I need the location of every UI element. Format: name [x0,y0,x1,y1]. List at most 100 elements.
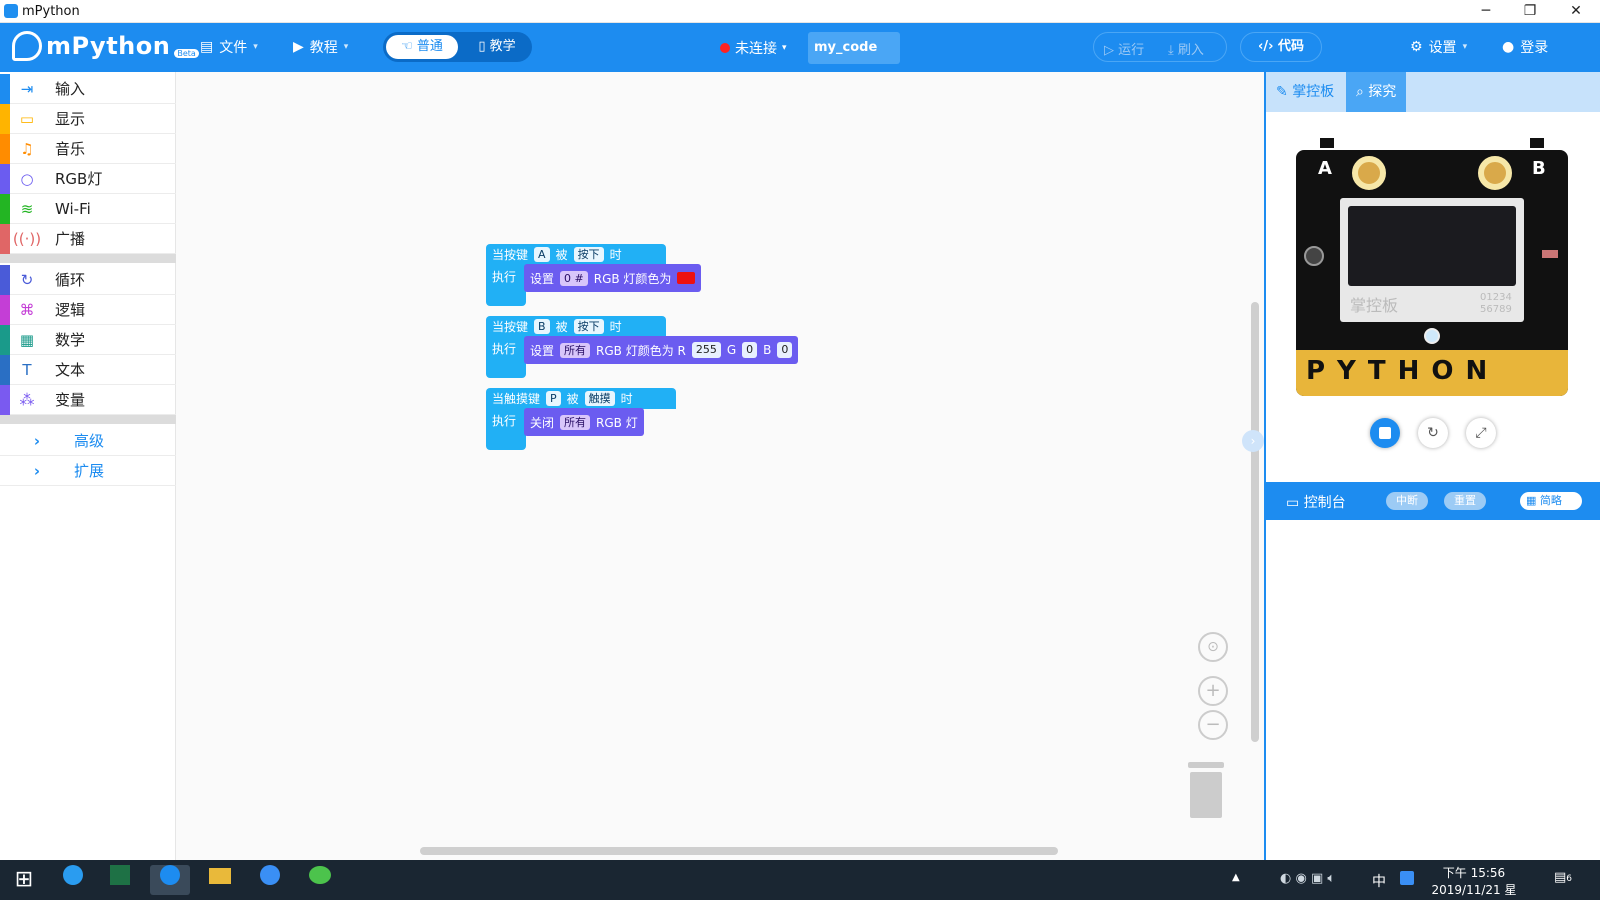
refresh-icon: ↻ [1427,425,1439,441]
rgb-off-block[interactable]: 关闭 所有 RGB 灯 [524,408,644,436]
recenter-icon[interactable]: ⊙ [1198,632,1228,662]
reset-sim-button[interactable]: ↻ [1418,418,1448,448]
event-block-button-a[interactable]: 当按键 A 被 按下 时 执行 设置 0 # RGB 灯颜色为 [486,244,726,306]
sidebar-item-broadcast[interactable]: ((·)) 广播 [0,223,176,254]
fullscreen-button[interactable]: ⤢ [1466,418,1496,448]
sidebar-item-label: 文本 [55,361,86,379]
blocks-workspace[interactable]: 当按键 A 被 按下 时 执行 设置 0 # RGB 灯颜色为 当按键 B 被 … [176,72,1264,860]
simple-mode-toggle[interactable]: ▦ 简略 [1520,492,1582,510]
horizontal-scrollbar[interactable] [420,847,1058,855]
action-dropdown[interactable]: 按下 [573,319,604,334]
sidebar-item-wifi[interactable]: ≋ Wi-Fi [0,193,176,224]
set-rgb-rgb-block[interactable]: 设置 所有 RGB 灯颜色为 R 255 G 0 B 0 [524,336,799,364]
tutorial-menu[interactable]: ▶ 教程 ▾ [293,37,348,57]
run-button[interactable]: ▷ 运行 [1104,39,1144,58]
led-index-dropdown[interactable]: 0 # [560,270,588,286]
sidebar-item-bulb[interactable]: ○ RGB灯 [0,163,176,194]
wechat-taskbar-icon[interactable] [300,865,340,895]
tutorial-menu-label: 教程 [309,40,338,56]
key-dropdown[interactable]: P [546,391,561,406]
board-tab-icon: ✎ [1276,84,1293,100]
mpython-taskbar-icon[interactable] [150,865,190,895]
category-color-bar [0,324,10,355]
sidebar-item-loop[interactable]: ↻ 循环 [0,264,176,295]
sidebar-item-label: 显示 [55,110,86,128]
clock[interactable]: 下午 15:56 2019/11/21 星期四 [1428,864,1520,900]
action-dropdown[interactable]: 触摸 [584,391,615,406]
window-title: mPython [22,4,80,19]
app-taskbar-icon[interactable] [250,865,290,895]
led-all-dropdown[interactable]: 所有 [560,414,591,430]
excel-taskbar-icon[interactable] [100,865,140,895]
set-rgb-color-block[interactable]: 设置 0 # RGB 灯颜色为 [524,264,702,292]
stop-button[interactable] [1370,418,1400,448]
sidebar-item-label: RGB灯 [55,170,103,188]
file-menu-label: 文件 [219,40,248,56]
logo-text: mPython [46,32,171,60]
key-dropdown[interactable]: B [534,319,550,334]
b-value-field[interactable]: 0 [777,342,793,358]
chevron-right-icon: › [33,461,41,480]
sidebar-item-display[interactable]: ▭ 显示 [0,103,176,134]
rgb-led-label: RGB 灯 [596,415,638,430]
sidebar-item-variable[interactable]: ⁂ 变量 [0,384,176,415]
g-value-field[interactable]: 0 [742,342,758,358]
sidebar-item-music[interactable]: ♫ 音乐 [0,133,176,164]
led-all-dropdown[interactable]: 所有 [560,342,591,358]
zoom-in-icon[interactable]: + [1198,676,1228,706]
sidebar-item-math[interactable]: ▦ 数学 [0,324,176,355]
sidebar-item-extension[interactable]: › 扩展 [0,456,176,486]
code-button[interactable]: ‹/› 代码 [1240,32,1322,62]
start-windows-icon[interactable]: ⊞ [4,865,44,895]
sidebar-item-input[interactable]: ⇥ 输入 [0,73,176,104]
button-b-cap[interactable] [1530,138,1544,148]
mode-teach-button[interactable]: ▯ 教学 [465,35,529,59]
board-brand-label: 掌控板 [1350,296,1399,315]
reset-button[interactable]: 重置 [1444,492,1486,510]
color-swatch[interactable] [677,272,696,284]
event-block-button-b[interactable]: 当按键 B 被 按下 时 执行 设置 所有 RGB 灯颜色为 R 255 G 0… [486,316,866,378]
mode-normal-button[interactable]: ☜ 普通 [386,35,458,59]
key-dropdown[interactable]: A [534,247,550,262]
file-menu[interactable]: ▤ 文件 ▾ [200,37,258,57]
gold-finger-pins: PYTHON [1296,350,1568,396]
zoom-out-icon[interactable]: − [1198,710,1228,740]
folder-taskbar-icon[interactable] [200,865,240,895]
console-label: 控制台 [1303,495,1346,511]
restore-icon[interactable]: ❐ [1519,2,1541,20]
category-color-bar [0,103,10,134]
connection-status[interactable]: 未连接 ▾ [720,38,787,58]
tray-icons[interactable]: ◐ ◉ ▣ 🔈︎ [1280,871,1335,886]
tray-expand-icon[interactable]: ▲ [1232,872,1240,883]
file-icon: ▤ [200,39,214,55]
vertical-scrollbar[interactable] [1251,302,1259,742]
event-block-touch-p[interactable]: 当触摸键 P 被 触摸 时 执行 关闭 所有 RGB 灯 [486,388,726,450]
connection-label: 未连接 [735,41,777,57]
collapse-panel-icon[interactable]: › [1242,430,1264,452]
g-label: G [726,343,737,357]
filename-input[interactable]: my_code [808,32,900,64]
trash-icon[interactable] [1186,762,1226,820]
hand-icon: ☜ [401,39,413,54]
ime-indicator[interactable]: 中 [1372,871,1386,891]
sidebar-item-advanced[interactable]: › 高级 [0,426,176,456]
r-value-field[interactable]: 255 [691,342,721,358]
close-icon[interactable]: ✕ [1565,2,1587,20]
action-dropdown[interactable]: 按下 [573,247,604,262]
login-button[interactable]: ● 登录 [1502,37,1548,57]
button-a-cap[interactable] [1320,138,1334,148]
tab-explore[interactable]: ⌕ 探究 [1346,72,1407,112]
settings-menu[interactable]: ⚙ 设置 ▾ [1410,37,1467,57]
tray-user-icon[interactable] [1400,871,1414,885]
flash-label: 刷入 [1177,43,1204,58]
oled-screen [1348,206,1516,286]
break-button[interactable]: 中断 [1386,492,1428,510]
notification-center[interactable]: ▤6 [1554,870,1578,890]
tab-board[interactable]: ✎ 掌控板 [1266,72,1344,112]
browser-taskbar-icon[interactable] [53,865,93,895]
set-label: 设置 [530,343,555,358]
sidebar-item-text[interactable]: T 文本 [0,354,176,385]
sidebar-item-logic[interactable]: ⌘ 逻辑 [0,294,176,325]
minimize-icon[interactable]: ─ [1475,2,1497,20]
flash-button[interactable]: ⤓ 刷入 [1168,39,1204,58]
